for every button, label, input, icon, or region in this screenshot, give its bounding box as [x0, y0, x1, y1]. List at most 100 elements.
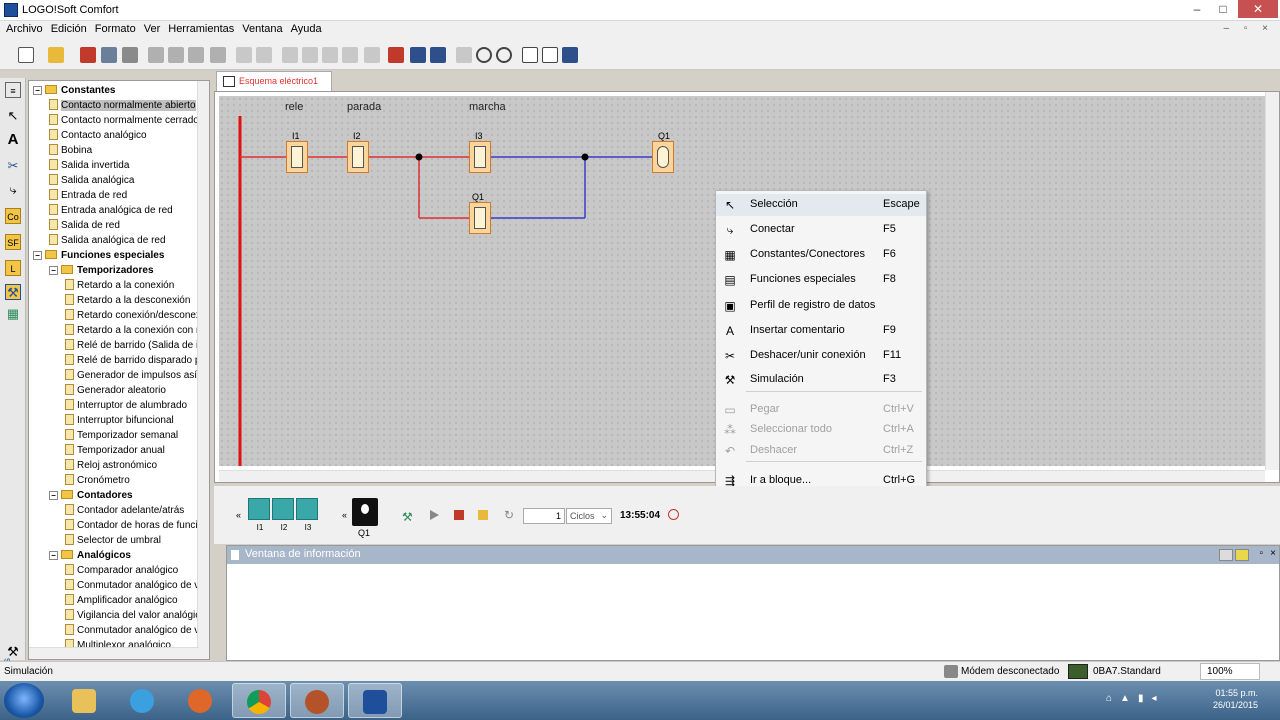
tree-item[interactable]: Interruptor de alumbrado	[65, 398, 187, 413]
paste-icon[interactable]	[188, 47, 204, 63]
lamp-output-icon[interactable]	[352, 498, 378, 526]
tree-item[interactable]: Generador de impulsos asíncrono	[65, 368, 209, 383]
menu-item-4[interactable]: Herramientas	[164, 21, 238, 37]
tree-item[interactable]: Vigilancia del valor analógico	[65, 608, 206, 623]
tree-item[interactable]: Temporizador semanal	[65, 428, 178, 443]
tree-item[interactable]: Contacto normalmente abierto	[49, 98, 196, 113]
cycles-select[interactable]: Ciclos ⌄	[566, 508, 612, 524]
sim-tool-icon[interactable]: ⚒	[402, 510, 418, 524]
context-menu-item[interactable]: ▭ Pegar Ctrl+V	[716, 399, 926, 421]
menu-item-6[interactable]: Ayuda	[287, 21, 326, 37]
tree-item[interactable]: Entrada analógica de red	[49, 203, 173, 218]
clock-icon[interactable]	[668, 509, 679, 520]
mdi-controls[interactable]: – ▫ ×	[1223, 23, 1274, 34]
tree-item[interactable]: Interruptor bifuncional	[65, 413, 174, 428]
tree-item[interactable]: Reloj astronómico	[65, 458, 157, 473]
tree-item[interactable]: Comparador analógico	[65, 563, 178, 578]
tree-item[interactable]: Salida analógica	[49, 173, 134, 188]
grid-icon[interactable]	[542, 47, 558, 63]
align-center-icon[interactable]	[302, 47, 318, 63]
transfer-logo-pc-icon[interactable]	[410, 47, 426, 63]
context-menu-item[interactable]: ▣ Perfil de registro de datos	[716, 295, 926, 317]
sim-input-switch[interactable]: I2	[272, 498, 294, 532]
tree-item[interactable]: Salida analógica de red	[49, 233, 166, 248]
taskbar-app[interactable]	[290, 683, 344, 718]
align-left-icon[interactable]	[282, 47, 298, 63]
context-menu-item[interactable]: ▤ Funciones especiales F8	[716, 269, 926, 291]
zoom-out-icon[interactable]	[496, 47, 512, 63]
tree-item[interactable]: Contacto analógico	[49, 128, 147, 143]
redo-icon[interactable]	[256, 47, 272, 63]
tree-horizontal-scrollbar[interactable]	[29, 647, 199, 659]
data-log-icon[interactable]: L	[5, 260, 21, 276]
minimize-button[interactable]: –	[1184, 0, 1210, 18]
tree-category[interactable]: − Contadores	[49, 488, 133, 503]
menu-item-2[interactable]: Formato	[91, 21, 140, 37]
cut-icon[interactable]	[148, 47, 164, 63]
tree-item[interactable]: Contador de horas de funcionamiento	[65, 518, 209, 533]
tree-item[interactable]: Bobina	[49, 143, 92, 158]
tree-item[interactable]: Relé de barrido disparado por flanco	[65, 353, 209, 368]
context-menu-item[interactable]: ⁂ Seleccionar todo Ctrl+A	[716, 419, 926, 441]
connect-icon[interactable]: ⤷	[5, 182, 21, 198]
tree-item[interactable]: Entrada de red	[49, 188, 127, 203]
context-menu-item[interactable]: ✂ Deshacer/unir conexión F11	[716, 345, 926, 367]
contact-no-Q1[interactable]	[469, 202, 491, 234]
tree-item[interactable]: Contador adelante/atrás	[65, 503, 184, 518]
online-test-icon[interactable]: ▦	[5, 306, 21, 322]
tree-category[interactable]: − Funciones especiales	[33, 248, 164, 263]
tree-item[interactable]: Retardo a la conexión	[65, 278, 174, 293]
tree-item[interactable]: Contacto normalmente cerrado	[49, 113, 199, 128]
comment-icon[interactable]: A	[5, 132, 21, 148]
canvas-vertical-scrollbar[interactable]	[1265, 92, 1279, 470]
new-file-icon[interactable]	[18, 47, 34, 63]
collapse-icon[interactable]: −	[49, 266, 58, 275]
info-close-icon[interactable]: ×	[1270, 548, 1276, 559]
info-copy-icon[interactable]	[1219, 549, 1233, 561]
tree-item[interactable]: Retardo conexión/desconexión	[65, 308, 209, 323]
cycles-input[interactable]: 1	[523, 508, 565, 524]
tree-item[interactable]: Salida invertida	[49, 158, 129, 173]
info-maximize-icon[interactable]: ▫	[1259, 548, 1263, 559]
menu-item-0[interactable]: Archivo	[2, 21, 47, 37]
context-menu-item[interactable]: ⚒ Simulación F3	[716, 369, 926, 391]
tree-item[interactable]: Conmutador analógico de valor umbral dif…	[65, 623, 209, 638]
sim-input-switch[interactable]: I1	[248, 498, 270, 532]
tree-item[interactable]: Generador aleatorio	[65, 383, 166, 398]
tree-view-icon[interactable]: ≡	[5, 82, 21, 98]
close-button[interactable]: ✕	[1238, 0, 1278, 18]
tree-item[interactable]: Cronómetro	[65, 473, 130, 488]
coil-Q1[interactable]	[652, 141, 674, 173]
context-menu-item[interactable]: ↶ Deshacer Ctrl+Z	[716, 440, 926, 462]
save-icon[interactable]	[101, 47, 117, 63]
tree-item[interactable]: Retardo a la desconexión	[65, 293, 190, 308]
tree-item[interactable]: Selector de umbral	[65, 533, 161, 548]
taskbar-clock[interactable]: 01:55 p.m. 26/01/2015	[1213, 687, 1258, 711]
stop-icon[interactable]	[454, 510, 464, 520]
maximize-button[interactable]: □	[1210, 0, 1236, 18]
reset-icon[interactable]: ↻	[504, 508, 514, 522]
copy-icon[interactable]	[168, 47, 184, 63]
transfer-pc-logo-icon[interactable]	[388, 47, 404, 63]
collapse-inputs-icon[interactable]: «	[236, 510, 241, 520]
align-bottom-icon[interactable]	[364, 47, 380, 63]
tree-vertical-scrollbar[interactable]	[197, 81, 209, 659]
context-menu-item[interactable]: ⤷ Conectar F5	[716, 219, 926, 241]
system-tray-icons[interactable]: ⌂▲▮◂	[1106, 693, 1164, 704]
tree-item[interactable]: Amplificador analógico	[65, 593, 178, 608]
tools-toggle-icon[interactable]: ⚒	[5, 644, 21, 660]
collapse-outputs-icon[interactable]: «	[342, 510, 347, 520]
simulation-icon[interactable]: ⚒	[5, 284, 21, 300]
menu-item-5[interactable]: Ventana	[238, 21, 286, 37]
tree-item[interactable]: Conmutador analógico de valor umbral	[65, 578, 209, 593]
context-menu-item[interactable]: ↖ Selección Escape	[716, 194, 926, 216]
collapse-icon[interactable]: −	[33, 86, 42, 95]
tree-item[interactable]: Salida de red	[49, 218, 120, 233]
pause-icon[interactable]	[478, 510, 488, 520]
taskbar-logo-soft[interactable]	[348, 683, 402, 718]
contact-nc-I2[interactable]	[347, 141, 369, 173]
tree-category[interactable]: − Constantes	[33, 83, 115, 98]
constants-icon[interactable]: Co	[5, 208, 21, 224]
collapse-icon[interactable]: −	[49, 491, 58, 500]
taskbar-chrome[interactable]	[232, 683, 286, 718]
